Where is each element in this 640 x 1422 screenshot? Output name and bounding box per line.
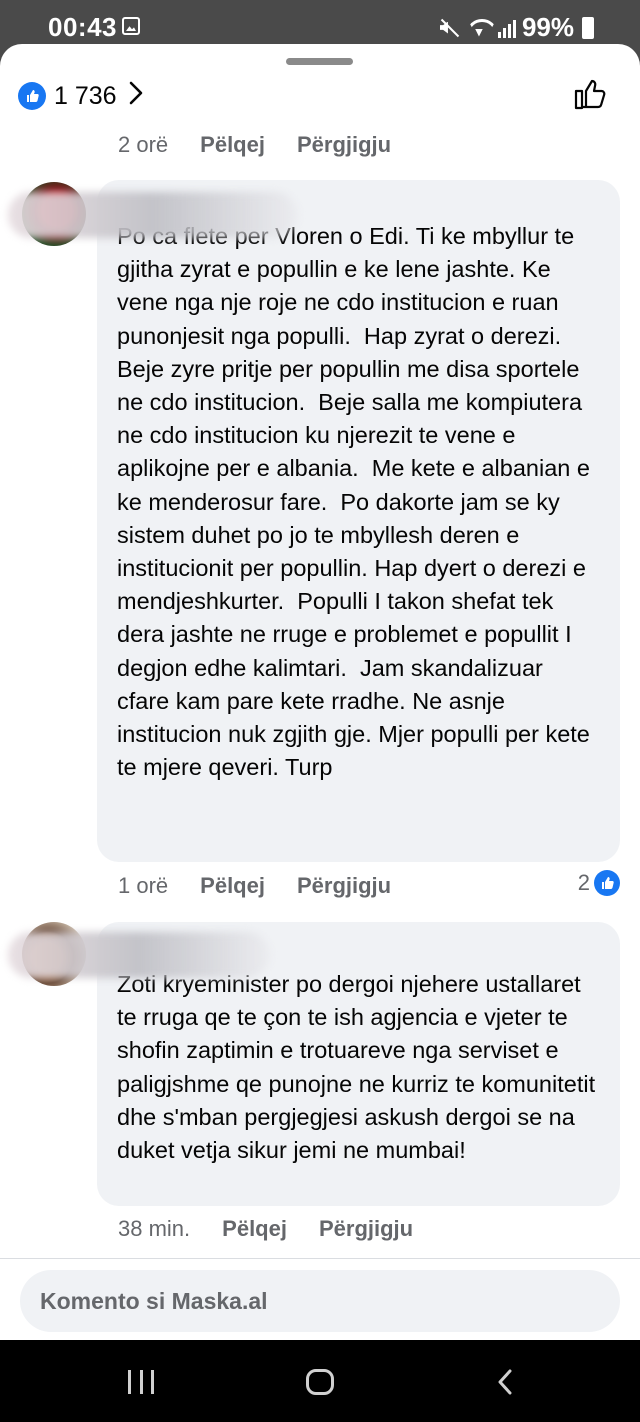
- gallery-notification-icon: [122, 17, 140, 35]
- like-comment-button[interactable]: Pëlqej: [200, 873, 265, 899]
- comment-time: 1 orë: [118, 873, 169, 898]
- mute-icon: [438, 18, 460, 38]
- comment-meta-row: 38 min. Pëlqej Përgjigju: [118, 1216, 413, 1242]
- like-comment-button[interactable]: Pëlqej: [222, 1216, 287, 1242]
- comment-time: 2 orë: [118, 132, 169, 157]
- comment-reaction-count[interactable]: 2: [578, 870, 620, 896]
- reply-comment-button[interactable]: Përgjigju: [297, 873, 391, 899]
- like-badge-icon: [594, 870, 620, 896]
- comment-bubble: Po ca flete per Vloren o Edi. Ti ke mbyl…: [97, 180, 620, 862]
- recent-apps-icon[interactable]: [128, 1370, 154, 1394]
- comment-input[interactable]: Komento si Maska.al: [20, 1270, 620, 1332]
- reactions-summary[interactable]: 1 736: [18, 80, 143, 112]
- system-nav-bar: [0, 1340, 640, 1422]
- redacted-author-name: [8, 932, 270, 978]
- battery-level: 99%: [521, 12, 574, 42]
- chevron-right-icon: [129, 80, 143, 112]
- thumbs-up-outline-icon[interactable]: [572, 76, 608, 112]
- redacted-author-name: [8, 192, 298, 238]
- comments-sheet: 1 736 2 orë Pëlqej Përgjigju Po ca flete…: [0, 44, 640, 1340]
- back-icon[interactable]: [492, 1368, 520, 1396]
- wifi-icon: [466, 17, 492, 39]
- signal-icon: [497, 18, 516, 38]
- comment-text: Zoti kryeminister po dergoi njehere usta…: [117, 971, 602, 1164]
- reply-comment-button[interactable]: Përgjigju: [319, 1216, 413, 1242]
- status-time: 00:43: [48, 12, 117, 42]
- like-comment-button[interactable]: Pëlqej: [200, 132, 265, 158]
- sheet-grabber-handle[interactable]: [286, 58, 353, 65]
- comment-time: 38 min.: [118, 1216, 191, 1241]
- reaction-count: 1 736: [54, 81, 117, 110]
- battery-icon: [582, 16, 594, 39]
- comment-meta-row: 2 orë Pëlqej Përgjigju: [118, 132, 391, 158]
- composer-divider: [0, 1258, 640, 1259]
- comment-text: Po ca flete per Vloren o Edi. Ti ke mbyl…: [117, 223, 597, 781]
- comment-input-placeholder: Komento si Maska.al: [40, 1287, 268, 1314]
- comment-meta-row: 1 orë Pëlqej Përgjigju: [118, 873, 391, 899]
- like-badge-icon: [18, 82, 46, 110]
- status-right: 99%: [438, 12, 594, 43]
- reply-comment-button[interactable]: Përgjigju: [297, 132, 391, 158]
- comment-reaction-number: 2: [577, 870, 590, 895]
- home-icon[interactable]: [306, 1369, 334, 1395]
